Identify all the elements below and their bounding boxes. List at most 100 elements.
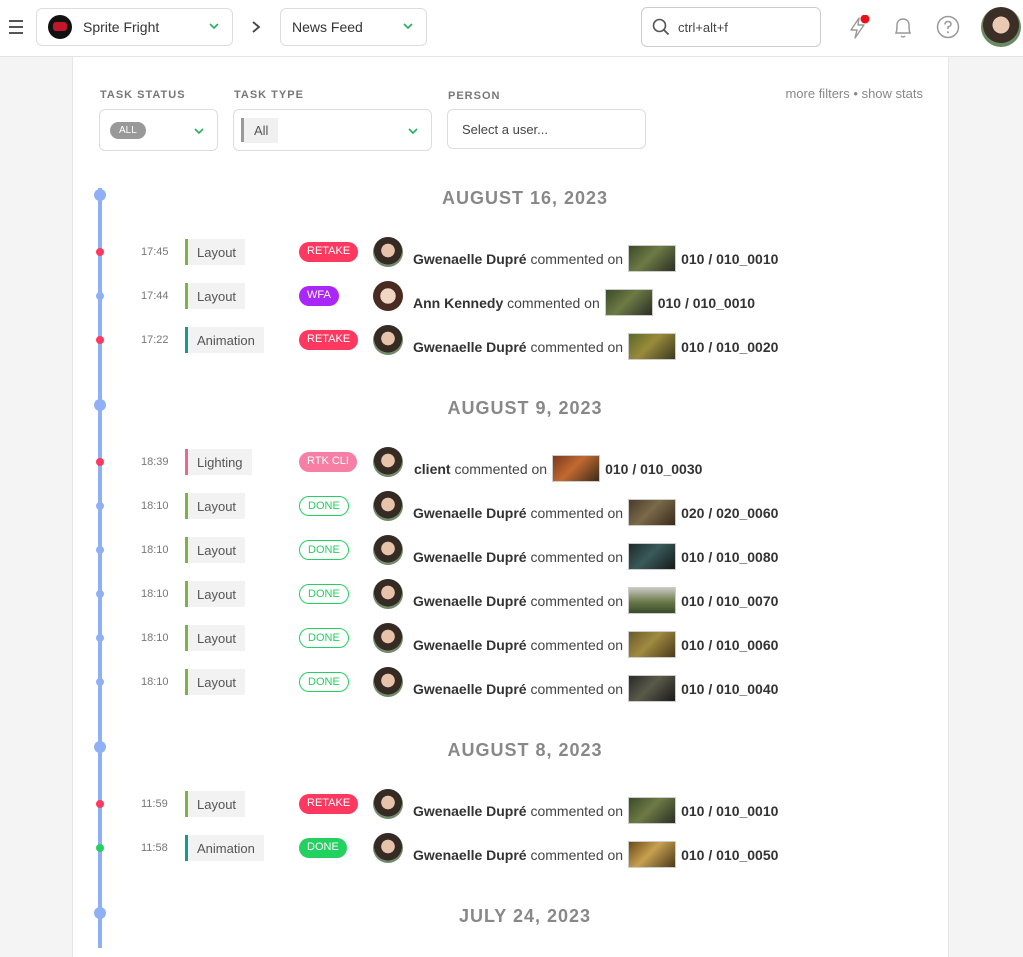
status-badge: DONE bbox=[299, 672, 349, 692]
person-name[interactable]: Gwenaelle Dupré bbox=[413, 339, 527, 355]
entry-message: Gwenaelle Dupré commented on 010 / 010_0… bbox=[413, 797, 778, 824]
person-name[interactable]: Gwenaelle Dupré bbox=[413, 549, 527, 565]
entity-link[interactable]: 010 / 010_0020 bbox=[681, 339, 778, 355]
task-type-tag[interactable]: Layout bbox=[185, 791, 246, 817]
user-avatar[interactable] bbox=[981, 7, 1021, 47]
entity-thumbnail[interactable] bbox=[628, 631, 677, 658]
entry-message: Gwenaelle Dupré commented on 010 / 010_0… bbox=[413, 631, 778, 658]
entity-link[interactable]: 010 / 010_0060 bbox=[681, 637, 778, 653]
chevron-down-icon bbox=[194, 128, 204, 135]
section-selector[interactable]: News Feed bbox=[280, 8, 427, 46]
production-logo bbox=[48, 15, 72, 39]
status-badge: RETAKE bbox=[299, 242, 359, 262]
feed-entry[interactable]: 17:44 Layout WFA Ann Kennedy commented o… bbox=[0, 281, 1023, 316]
person-avatar bbox=[373, 325, 403, 355]
entity-thumbnail[interactable] bbox=[628, 797, 677, 824]
lightning-icon[interactable] bbox=[846, 15, 872, 41]
entity-thumbnail[interactable] bbox=[604, 289, 653, 316]
person-name[interactable]: Gwenaelle Dupré bbox=[413, 505, 527, 521]
task-status-label: TASK STATUS bbox=[100, 89, 186, 101]
task-type-tag[interactable]: Animation bbox=[185, 835, 264, 861]
feed-entry[interactable]: 18:10 Layout DONE Gwenaelle Dupré commen… bbox=[0, 491, 1023, 526]
person-avatar bbox=[373, 281, 403, 311]
person-filter[interactable] bbox=[447, 109, 646, 149]
task-type-tag[interactable]: Layout bbox=[185, 669, 246, 695]
task-type-selection: All bbox=[241, 117, 279, 143]
person-name[interactable]: Ann Kennedy bbox=[413, 295, 503, 311]
entry-time: 18:10 bbox=[141, 588, 169, 600]
entity-thumbnail[interactable] bbox=[628, 675, 677, 702]
task-type-filter[interactable]: All bbox=[233, 109, 432, 151]
entity-link[interactable]: 010 / 010_0070 bbox=[681, 593, 778, 609]
person-name[interactable]: client bbox=[414, 461, 451, 477]
person-avatar bbox=[373, 667, 403, 697]
person-name[interactable]: Gwenaelle Dupré bbox=[413, 681, 527, 697]
entity-thumbnail[interactable] bbox=[628, 333, 677, 360]
entry-message: client commented on 010 / 010_0030 bbox=[414, 455, 702, 482]
task-type-tag[interactable]: Layout bbox=[185, 493, 246, 519]
person-name[interactable]: Gwenaelle Dupré bbox=[413, 637, 527, 653]
entity-link[interactable]: 010 / 010_0010 bbox=[681, 251, 778, 267]
entity-link[interactable]: 010 / 010_0030 bbox=[605, 461, 702, 477]
feed-entry[interactable]: 18:39 Lighting RTK CLI client commented … bbox=[0, 447, 1023, 482]
person-input[interactable] bbox=[460, 120, 634, 138]
entity-link[interactable]: 010 / 010_0010 bbox=[658, 295, 755, 311]
entry-verb: commented on bbox=[530, 338, 624, 355]
feed-entry[interactable]: 18:10 Layout DONE Gwenaelle Dupré commen… bbox=[0, 579, 1023, 614]
feed-entry[interactable]: 18:10 Layout DONE Gwenaelle Dupré commen… bbox=[0, 623, 1023, 658]
show-stats-link[interactable]: show stats bbox=[862, 86, 923, 101]
entity-link[interactable]: 020 / 020_0060 bbox=[681, 505, 778, 521]
task-type-value: All bbox=[244, 117, 279, 143]
feed-entry[interactable]: 17:45 Layout RETAKE Gwenaelle Dupré comm… bbox=[0, 237, 1023, 272]
entity-thumbnail[interactable] bbox=[628, 587, 677, 614]
feed-entry[interactable]: 11:59 Layout RETAKE Gwenaelle Dupré comm… bbox=[0, 789, 1023, 824]
entity-thumbnail[interactable] bbox=[552, 455, 601, 482]
global-search[interactable] bbox=[641, 7, 821, 47]
entity-thumbnail[interactable] bbox=[628, 841, 677, 868]
entity-link[interactable]: 010 / 010_0010 bbox=[681, 803, 778, 819]
entity-link[interactable]: 010 / 010_0040 bbox=[681, 681, 778, 697]
person-name[interactable]: Gwenaelle Dupré bbox=[413, 593, 527, 609]
person-name[interactable]: Gwenaelle Dupré bbox=[413, 847, 527, 863]
person-avatar bbox=[373, 447, 403, 477]
task-type-tag[interactable]: Layout bbox=[185, 625, 246, 651]
entity-thumbnail[interactable] bbox=[628, 499, 677, 526]
menu-icon[interactable] bbox=[9, 20, 23, 34]
task-type-tag[interactable]: Layout bbox=[185, 283, 246, 309]
task-type-tag[interactable]: Layout bbox=[185, 581, 246, 607]
status-badge: DONE bbox=[299, 584, 349, 604]
entry-message: Ann Kennedy commented on 010 / 010_0010 bbox=[413, 289, 755, 316]
person-avatar bbox=[373, 535, 403, 565]
entry-time: 11:58 bbox=[141, 842, 168, 854]
feed-entry[interactable]: 18:10 Layout DONE Gwenaelle Dupré commen… bbox=[0, 667, 1023, 702]
entry-verb: commented on bbox=[530, 846, 624, 863]
entry-message: Gwenaelle Dupré commented on 010 / 010_0… bbox=[413, 587, 778, 614]
feed-entry[interactable]: 17:22 Animation RETAKE Gwenaelle Dupré c… bbox=[0, 325, 1023, 360]
task-type-tag[interactable]: Layout bbox=[185, 239, 246, 265]
entity-thumbnail[interactable] bbox=[628, 543, 677, 570]
task-status-value: ALL bbox=[110, 121, 146, 139]
link-separator: • bbox=[853, 86, 858, 101]
help-icon[interactable] bbox=[936, 15, 960, 39]
status-badge: RTK CLI bbox=[299, 452, 357, 472]
entity-link[interactable]: 010 / 010_0050 bbox=[681, 847, 778, 863]
entity-thumbnail[interactable] bbox=[628, 245, 677, 272]
section-name: News Feed bbox=[292, 19, 363, 35]
production-selector[interactable]: Sprite Fright bbox=[36, 8, 233, 46]
task-type-tag[interactable]: Animation bbox=[185, 327, 264, 353]
entity-link[interactable]: 010 / 010_0080 bbox=[681, 549, 778, 565]
person-name[interactable]: Gwenaelle Dupré bbox=[413, 803, 527, 819]
entry-verb: commented on bbox=[507, 294, 600, 311]
feed-entry[interactable]: 18:10 Layout DONE Gwenaelle Dupré commen… bbox=[0, 535, 1023, 570]
task-type-tag[interactable]: Lighting bbox=[185, 449, 252, 475]
search-input[interactable] bbox=[676, 18, 800, 36]
person-avatar bbox=[373, 789, 403, 819]
more-filters-link[interactable]: more filters bbox=[785, 86, 849, 101]
task-status-filter[interactable]: ALL bbox=[99, 109, 218, 151]
person-name[interactable]: Gwenaelle Dupré bbox=[413, 251, 527, 267]
feed-entry[interactable]: 11:58 Animation DONE Gwenaelle Dupré com… bbox=[0, 833, 1023, 868]
status-badge: DONE bbox=[299, 496, 349, 516]
task-type-tag[interactable]: Layout bbox=[185, 537, 246, 563]
bell-icon[interactable] bbox=[891, 15, 915, 41]
person-label: PERSON bbox=[448, 90, 501, 102]
